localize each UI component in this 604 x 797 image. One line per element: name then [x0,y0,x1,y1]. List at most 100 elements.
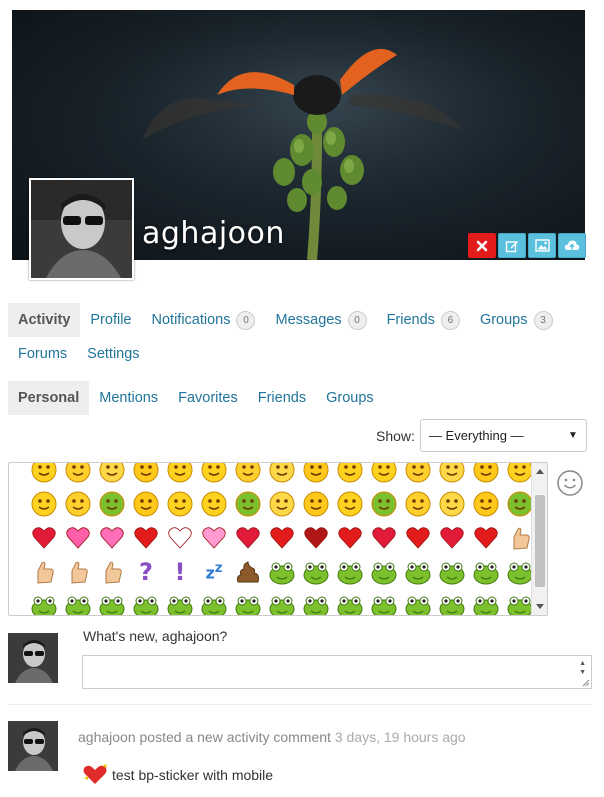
subnav-favorites[interactable]: Favorites [168,381,248,415]
sticker-item[interactable] [61,555,95,589]
sticker-item[interactable] [469,521,503,555]
scroll-up-arrow-icon[interactable] [536,469,544,474]
subnav-groups[interactable]: Groups [316,381,384,415]
sticker-item[interactable] [265,521,299,555]
sticker-item[interactable] [231,463,265,487]
activity-filter-select[interactable]: — Everything — ▼ [419,419,587,452]
sticker-item[interactable] [333,555,367,589]
delete-cover-button[interactable] [468,233,496,258]
sticker-item[interactable] [27,589,61,615]
sticker-item[interactable] [129,589,163,615]
sticker-item[interactable] [95,487,129,521]
sticker-item[interactable] [27,463,61,487]
profile-avatar[interactable] [29,178,134,280]
sticker-item[interactable] [367,555,401,589]
sticker-item[interactable] [333,487,367,521]
nav-groups[interactable]: Groups 3 [470,303,563,337]
sticker-item[interactable] [401,589,435,615]
sticker-item[interactable]: zz [197,555,231,589]
nav-friends[interactable]: Friends 6 [377,303,470,337]
sticker-item[interactable] [197,463,231,487]
sticker-item[interactable] [231,487,265,521]
sticker-item[interactable] [469,463,503,487]
sticker-item[interactable] [95,521,129,555]
sticker-item[interactable] [299,487,333,521]
sticker-item[interactable] [61,463,95,487]
sticker-item[interactable] [231,589,265,615]
sticker-item[interactable] [265,463,299,487]
subnav-friends[interactable]: Friends [248,381,316,415]
sticker-item[interactable] [61,521,95,555]
sticker-item[interactable] [401,555,435,589]
sticker-item[interactable] [333,589,367,615]
sticker-panel-scrollbar[interactable] [531,463,547,615]
upload-cover-button[interactable] [558,233,586,258]
sticker-item[interactable] [95,589,129,615]
sticker-item[interactable] [129,487,163,521]
sticker-item[interactable]: ? [129,555,163,589]
sticker-item[interactable] [197,589,231,615]
nav-messages[interactable]: Messages 0 [265,303,376,337]
sticker-item[interactable] [95,463,129,487]
nav-activity[interactable]: Activity [8,303,81,337]
sticker-item[interactable] [367,487,401,521]
change-cover-image-button[interactable] [528,233,556,258]
sticker-item[interactable] [401,521,435,555]
activity-avatar[interactable] [8,721,58,771]
sticker-item[interactable] [163,463,197,487]
sticker-item[interactable] [435,487,469,521]
sticker-item[interactable] [367,463,401,487]
activity-time-link[interactable]: 3 days, 19 hours ago [335,729,466,745]
sticker-item[interactable] [129,521,163,555]
sticker-item[interactable] [27,555,61,589]
nav-notifications[interactable]: Notifications 0 [142,303,266,337]
sticker-item[interactable] [163,521,197,555]
sticker-item[interactable] [435,589,469,615]
resize-handle-icon[interactable] [580,677,590,687]
sticker-item[interactable] [27,521,61,555]
sticker-item[interactable] [333,521,367,555]
sticker-item[interactable] [163,589,197,615]
sticker-toggle-button[interactable] [556,469,584,502]
sticker-item[interactable] [61,589,95,615]
nav-settings[interactable]: Settings [77,337,149,371]
subnav-mentions[interactable]: Mentions [89,381,168,415]
sticker-item[interactable] [435,555,469,589]
sticker-item[interactable] [265,555,299,589]
sticker-item[interactable] [401,463,435,487]
sticker-item[interactable] [231,555,265,589]
sticker-item[interactable] [469,555,503,589]
nav-profile[interactable]: Profile [80,303,141,337]
sticker-item[interactable] [265,487,299,521]
sticker-item[interactable] [197,487,231,521]
sticker-item[interactable] [61,487,95,521]
sticker-picker-panel[interactable]: ?! zz [8,462,548,616]
edit-cover-button[interactable] [498,233,526,258]
sticker-item[interactable] [27,487,61,521]
sticker-item[interactable] [333,463,367,487]
sticker-item[interactable] [435,463,469,487]
activity-user-link[interactable]: aghajoon [78,729,136,745]
whats-new-textarea[interactable]: ▲ ▼ [82,655,592,689]
subnav-personal[interactable]: Personal [8,381,90,415]
sticker-item[interactable] [95,555,129,589]
sticker-item[interactable] [401,487,435,521]
textarea-spinner[interactable]: ▲ ▼ [579,659,586,677]
nav-forums[interactable]: Forums [8,337,77,371]
scrollbar-thumb[interactable] [535,495,545,587]
sticker-item[interactable] [299,463,333,487]
sticker-item[interactable] [435,521,469,555]
sticker-item[interactable] [129,463,163,487]
sticker-item[interactable] [299,589,333,615]
sticker-item[interactable] [163,487,197,521]
sticker-item[interactable] [265,589,299,615]
sticker-item[interactable] [469,487,503,521]
sticker-item[interactable] [231,521,265,555]
post-form-avatar[interactable] [8,633,58,683]
sticker-item[interactable]: ! [163,555,197,589]
sticker-item[interactable] [367,589,401,615]
sticker-item[interactable] [367,521,401,555]
sticker-item[interactable] [299,555,333,589]
sticker-item[interactable] [197,521,231,555]
sticker-item[interactable] [469,589,503,615]
